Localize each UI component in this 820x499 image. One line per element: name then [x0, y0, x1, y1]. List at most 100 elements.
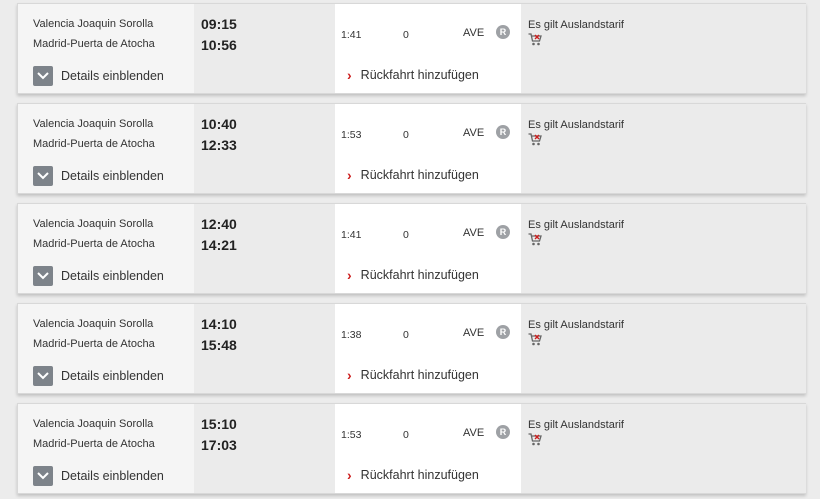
- tariff-column: Es gilt Auslandstarif: [521, 404, 806, 493]
- info-column: 1:41 0 AVE › Rückfahrt hinzufügen: [335, 4, 521, 93]
- shopping-cart-icon[interactable]: [528, 433, 542, 446]
- details-toggle-button[interactable]: Details einblenden: [33, 465, 164, 487]
- travel-duration: 1:53: [341, 429, 362, 441]
- changes-count: 0: [403, 129, 409, 141]
- train-type: AVE: [463, 27, 485, 39]
- tariff-column: Es gilt Auslandstarif: [521, 4, 806, 93]
- connection-card: Valencia Joaquin Sorolla Madrid-Puerta d…: [17, 303, 806, 394]
- shopping-cart-icon[interactable]: [528, 33, 542, 46]
- info-column: 1:41 0 AVE › Rückfahrt hinzufügen: [335, 204, 521, 293]
- arrival-station: Madrid-Puerta de Atocha: [33, 438, 155, 450]
- times-column: 15:10 17:03: [194, 404, 335, 493]
- departure-station: Valencia Joaquin Sorolla: [33, 218, 154, 230]
- connection-card: Valencia Joaquin Sorolla Madrid-Puerta d…: [17, 3, 806, 94]
- add-return-label[interactable]: Rückfahrt hinzufügen: [361, 268, 479, 282]
- train-type: AVE: [463, 127, 485, 139]
- add-return-label[interactable]: Rückfahrt hinzufügen: [361, 368, 479, 382]
- tariff-note: Es gilt Auslandstarif: [528, 219, 624, 231]
- reservation-badge: R: [496, 425, 510, 439]
- chevron-right-icon: ›: [347, 67, 352, 83]
- arrival-time: 10:56: [201, 37, 237, 53]
- arrival-time: 12:33: [201, 137, 237, 153]
- travel-duration: 1:53: [341, 129, 362, 141]
- add-return-link[interactable]: › Rückfahrt hinzufügen: [347, 167, 479, 183]
- add-return-link[interactable]: › Rückfahrt hinzufügen: [347, 367, 479, 383]
- add-return-link[interactable]: › Rückfahrt hinzufügen: [347, 267, 479, 283]
- times-column: 09:15 10:56: [194, 4, 335, 93]
- departure-time: 09:15: [201, 16, 237, 32]
- times-column: 14:10 15:48: [194, 304, 335, 393]
- chevron-down-icon[interactable]: [33, 366, 53, 386]
- arrival-time: 15:48: [201, 337, 237, 353]
- departure-time: 15:10: [201, 416, 237, 432]
- shopping-cart-icon[interactable]: [528, 333, 542, 346]
- info-column: 1:53 0 AVE › Rückfahrt hinzufügen: [335, 104, 521, 193]
- arrival-station: Madrid-Puerta de Atocha: [33, 238, 155, 250]
- details-toggle-button[interactable]: Details einblenden: [33, 365, 164, 387]
- tariff-note: Es gilt Auslandstarif: [528, 19, 624, 31]
- reservation-badge: R: [496, 325, 510, 339]
- times-column: 12:40 14:21: [194, 204, 335, 293]
- times-column: 10:40 12:33: [194, 104, 335, 193]
- chevron-right-icon: ›: [347, 367, 352, 383]
- stations-column: Valencia Joaquin Sorolla Madrid-Puerta d…: [18, 404, 194, 493]
- chevron-down-icon[interactable]: [33, 66, 53, 86]
- travel-duration: 1:41: [341, 229, 362, 241]
- train-type: AVE: [463, 227, 485, 239]
- stations-column: Valencia Joaquin Sorolla Madrid-Puerta d…: [18, 204, 194, 293]
- details-toggle-label[interactable]: Details einblenden: [61, 469, 164, 483]
- add-return-label[interactable]: Rückfahrt hinzufügen: [361, 168, 479, 182]
- changes-count: 0: [403, 329, 409, 341]
- details-toggle-label[interactable]: Details einblenden: [61, 69, 164, 83]
- changes-count: 0: [403, 429, 409, 441]
- details-toggle-label[interactable]: Details einblenden: [61, 369, 164, 383]
- info-column: 1:53 0 AVE › Rückfahrt hinzufügen: [335, 404, 521, 493]
- train-type: AVE: [463, 327, 485, 339]
- connection-card: Valencia Joaquin Sorolla Madrid-Puerta d…: [17, 103, 806, 194]
- add-return-link[interactable]: › Rückfahrt hinzufügen: [347, 467, 479, 483]
- chevron-down-icon[interactable]: [33, 466, 53, 486]
- chevron-down-icon[interactable]: [33, 266, 53, 286]
- tariff-note: Es gilt Auslandstarif: [528, 119, 624, 131]
- chevron-down-icon[interactable]: [33, 166, 53, 186]
- chevron-right-icon: ›: [347, 267, 352, 283]
- add-return-label[interactable]: Rückfahrt hinzufügen: [361, 68, 479, 82]
- stations-column: Valencia Joaquin Sorolla Madrid-Puerta d…: [18, 104, 194, 193]
- arrival-time: 14:21: [201, 237, 237, 253]
- details-toggle-button[interactable]: Details einblenden: [33, 165, 164, 187]
- details-toggle-button[interactable]: Details einblenden: [33, 65, 164, 87]
- train-type: AVE: [463, 427, 485, 439]
- departure-time: 14:10: [201, 316, 237, 332]
- changes-count: 0: [403, 29, 409, 41]
- departure-station: Valencia Joaquin Sorolla: [33, 118, 154, 130]
- details-toggle-label[interactable]: Details einblenden: [61, 169, 164, 183]
- changes-count: 0: [403, 229, 409, 241]
- reservation-badge: R: [496, 125, 510, 139]
- reservation-badge: R: [496, 25, 510, 39]
- add-return-label[interactable]: Rückfahrt hinzufügen: [361, 468, 479, 482]
- connection-card: Valencia Joaquin Sorolla Madrid-Puerta d…: [17, 203, 806, 294]
- stations-column: Valencia Joaquin Sorolla Madrid-Puerta d…: [18, 4, 194, 93]
- connection-card: Valencia Joaquin Sorolla Madrid-Puerta d…: [17, 403, 806, 494]
- departure-time: 12:40: [201, 216, 237, 232]
- chevron-right-icon: ›: [347, 167, 352, 183]
- tariff-column: Es gilt Auslandstarif: [521, 104, 806, 193]
- departure-station: Valencia Joaquin Sorolla: [33, 318, 154, 330]
- stations-column: Valencia Joaquin Sorolla Madrid-Puerta d…: [18, 304, 194, 393]
- reservation-badge: R: [496, 225, 510, 239]
- arrival-station: Madrid-Puerta de Atocha: [33, 38, 155, 50]
- tariff-column: Es gilt Auslandstarif: [521, 204, 806, 293]
- tariff-column: Es gilt Auslandstarif: [521, 304, 806, 393]
- departure-station: Valencia Joaquin Sorolla: [33, 418, 154, 430]
- shopping-cart-icon[interactable]: [528, 133, 542, 146]
- travel-duration: 1:38: [341, 329, 362, 341]
- add-return-link[interactable]: › Rückfahrt hinzufügen: [347, 67, 479, 83]
- shopping-cart-icon[interactable]: [528, 233, 542, 246]
- details-toggle-button[interactable]: Details einblenden: [33, 265, 164, 287]
- tariff-note: Es gilt Auslandstarif: [528, 419, 624, 431]
- departure-time: 10:40: [201, 116, 237, 132]
- tariff-note: Es gilt Auslandstarif: [528, 319, 624, 331]
- details-toggle-label[interactable]: Details einblenden: [61, 269, 164, 283]
- arrival-time: 17:03: [201, 437, 237, 453]
- arrival-station: Madrid-Puerta de Atocha: [33, 338, 155, 350]
